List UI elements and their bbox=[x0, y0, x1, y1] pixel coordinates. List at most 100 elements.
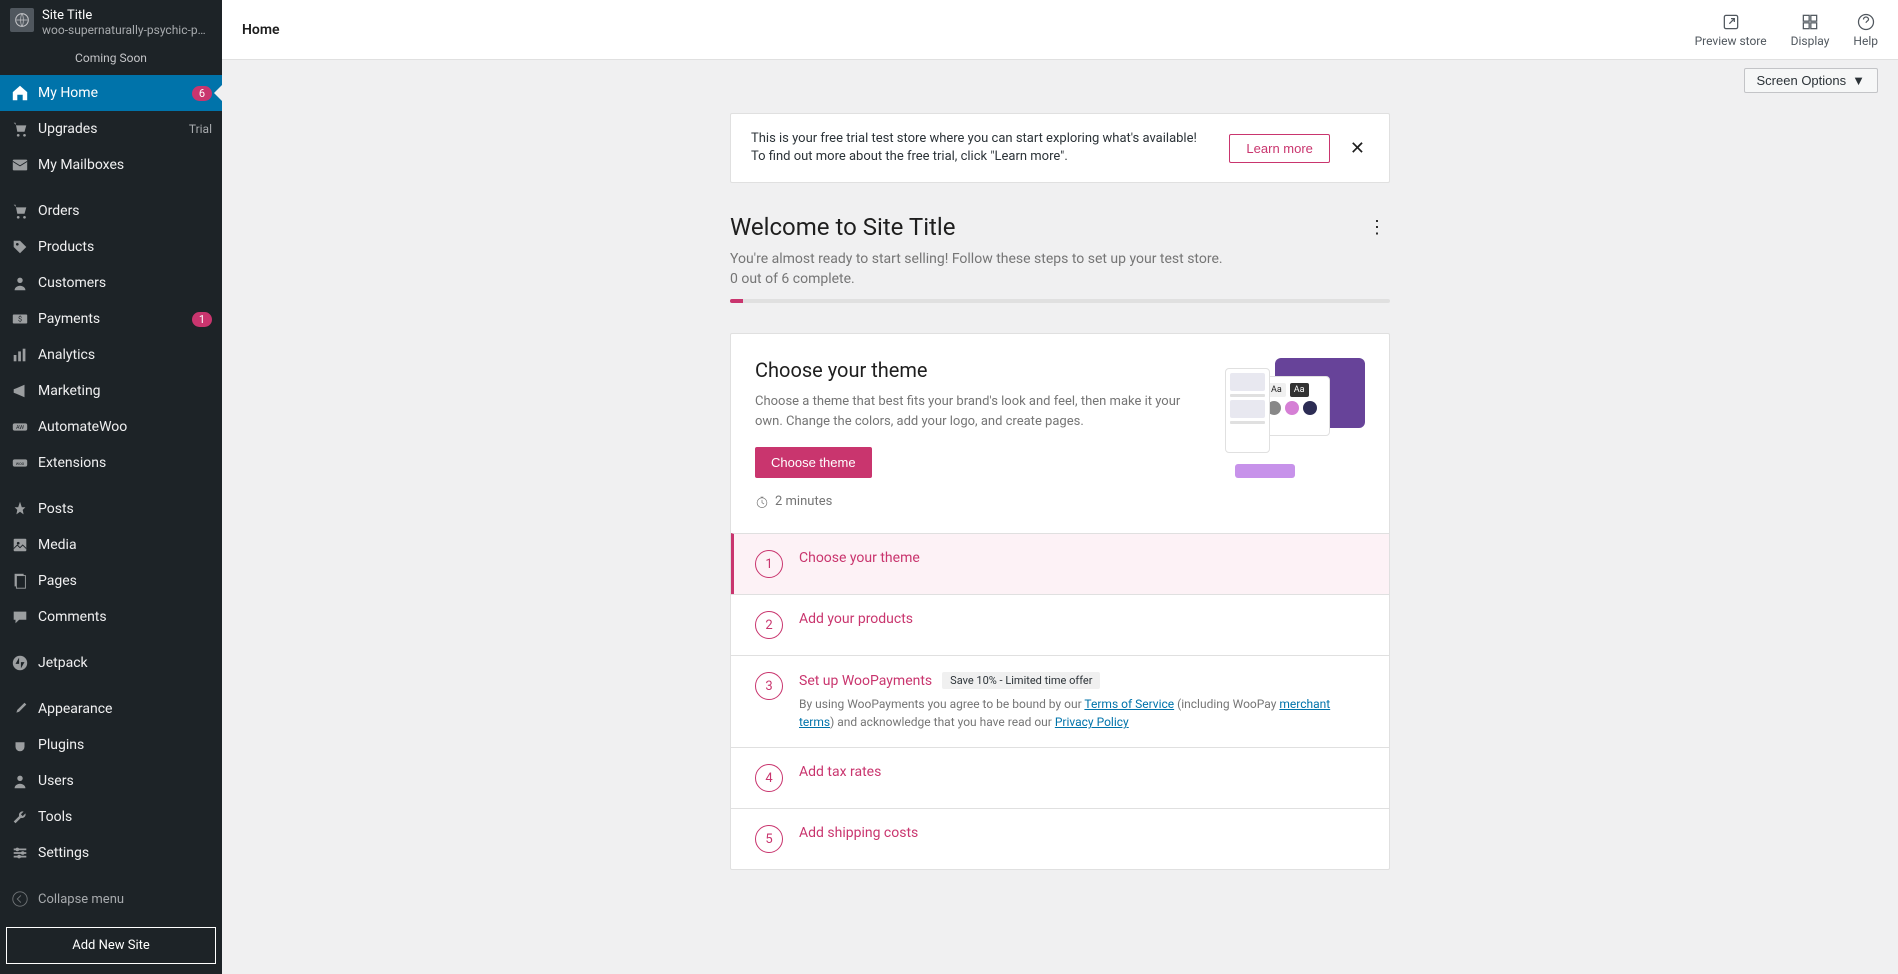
nav-label: Settings bbox=[38, 845, 212, 861]
site-title: Site Title bbox=[42, 8, 212, 23]
task-step-1[interactable]: 1 Choose your theme bbox=[731, 533, 1389, 594]
nav-users[interactable]: Users bbox=[0, 763, 222, 799]
megaphone-icon bbox=[10, 381, 30, 401]
nav-badge: 1 bbox=[192, 312, 212, 327]
step-title: Add your products bbox=[799, 611, 1365, 627]
nav-analytics[interactable]: Analytics bbox=[0, 337, 222, 373]
hero-desc: Choose a theme that best fits your brand… bbox=[755, 392, 1205, 431]
nav-jetpack[interactable]: Jetpack bbox=[0, 645, 222, 681]
nav-marketing[interactable]: Marketing bbox=[0, 373, 222, 409]
collapse-menu[interactable]: Collapse menu bbox=[0, 881, 222, 917]
terms-link[interactable]: Terms of Service bbox=[1084, 697, 1174, 711]
nav-tools[interactable]: Tools bbox=[0, 799, 222, 835]
nav-payments[interactable]: $ Payments 1 bbox=[0, 301, 222, 337]
woo-icon: woo bbox=[10, 453, 30, 473]
nav-comments[interactable]: Comments bbox=[0, 599, 222, 635]
display-button[interactable]: Display bbox=[1791, 12, 1830, 48]
step-number: 1 bbox=[755, 550, 783, 578]
topbar-label: Help bbox=[1853, 34, 1878, 48]
clock-icon bbox=[755, 495, 769, 509]
nav-label: Marketing bbox=[38, 383, 212, 399]
nav-appearance[interactable]: Appearance bbox=[0, 691, 222, 727]
nav-customers[interactable]: Customers bbox=[0, 265, 222, 301]
promo-pill: Save 10% - Limited time offer bbox=[942, 672, 1100, 689]
privacy-link[interactable]: Privacy Policy bbox=[1055, 715, 1129, 729]
task-card: Choose your theme Choose a theme that be… bbox=[730, 333, 1390, 870]
nav-pages[interactable]: Pages bbox=[0, 563, 222, 599]
progress-text: 0 out of 6 complete. bbox=[730, 271, 1223, 287]
screen-options-button[interactable]: Screen Options ▼ bbox=[1744, 68, 1878, 93]
cart-icon bbox=[10, 119, 30, 139]
nav-mailboxes[interactable]: My Mailboxes bbox=[0, 147, 222, 183]
nav-label: Customers bbox=[38, 275, 212, 291]
close-banner-button[interactable]: ✕ bbox=[1346, 134, 1369, 163]
task-step-4[interactable]: 4 Add tax rates bbox=[731, 747, 1389, 808]
welcome-heading: Welcome to Site Title bbox=[730, 213, 1223, 241]
mail-icon bbox=[10, 155, 30, 175]
cart-icon bbox=[10, 201, 30, 221]
step-number: 3 bbox=[755, 672, 783, 700]
chevron-down-icon: ▼ bbox=[1852, 73, 1865, 88]
nav-label: My Home bbox=[38, 85, 192, 101]
topbar: Home Preview store Display Help bbox=[222, 0, 1898, 60]
money-icon: $ bbox=[10, 309, 30, 329]
step-number: 4 bbox=[755, 764, 783, 792]
brush-icon bbox=[10, 699, 30, 719]
pin-icon bbox=[10, 499, 30, 519]
nav-settings[interactable]: Settings bbox=[0, 835, 222, 871]
nav-plugins[interactable]: Plugins bbox=[0, 727, 222, 763]
step-number: 5 bbox=[755, 825, 783, 853]
nav-posts[interactable]: Posts bbox=[0, 491, 222, 527]
nav-upgrades[interactable]: Upgrades Trial bbox=[0, 111, 222, 147]
task-step-3[interactable]: 3 Set up WooPayments Save 10% - Limited … bbox=[731, 655, 1389, 747]
task-hero: Choose your theme Choose a theme that be… bbox=[731, 334, 1389, 533]
preview-store-button[interactable]: Preview store bbox=[1695, 12, 1767, 48]
hero-title: Choose your theme bbox=[755, 358, 1205, 382]
plug-icon bbox=[10, 735, 30, 755]
nav-tag: Trial bbox=[189, 122, 212, 136]
time-estimate: 2 minutes bbox=[755, 494, 1205, 509]
help-button[interactable]: Help bbox=[1853, 12, 1878, 48]
site-header[interactable]: Site Title woo-supernaturally-psychic-ph… bbox=[0, 0, 222, 45]
learn-more-button[interactable]: Learn more bbox=[1229, 134, 1329, 163]
admin-sidebar: Site Title woo-supernaturally-psychic-ph… bbox=[0, 0, 222, 974]
nav-media[interactable]: Media bbox=[0, 527, 222, 563]
nav-orders[interactable]: Orders bbox=[0, 193, 222, 229]
external-link-icon bbox=[1721, 12, 1741, 32]
trial-text: This is your free trial test store where… bbox=[751, 130, 1213, 166]
svg-text:woo: woo bbox=[16, 462, 25, 467]
nav-label: Appearance bbox=[38, 701, 212, 717]
add-site-button[interactable]: Add New Site bbox=[6, 927, 216, 964]
nav-automatewoo[interactable]: AW AutomateWoo bbox=[0, 409, 222, 445]
nav-extensions[interactable]: woo Extensions bbox=[0, 445, 222, 481]
page-icon bbox=[10, 571, 30, 591]
svg-text:$: $ bbox=[18, 315, 22, 324]
nav-label: Jetpack bbox=[38, 655, 212, 671]
nav-label: Comments bbox=[38, 609, 212, 625]
main-content: Home Preview store Display Help bbox=[222, 0, 1898, 974]
wrench-icon bbox=[10, 807, 30, 827]
more-menu-button[interactable]: ⋮ bbox=[1364, 213, 1390, 242]
task-step-2[interactable]: 2 Add your products bbox=[731, 594, 1389, 655]
trial-banner: This is your free trial test store where… bbox=[730, 113, 1390, 183]
time-label: 2 minutes bbox=[775, 494, 832, 509]
topbar-label: Preview store bbox=[1695, 34, 1767, 48]
home-icon bbox=[10, 83, 30, 103]
screen-options-label: Screen Options bbox=[1757, 73, 1847, 88]
site-avatar-icon bbox=[10, 8, 34, 32]
nav-label: Tools bbox=[38, 809, 212, 825]
step-title: Set up WooPayments bbox=[799, 673, 932, 689]
nav-products[interactable]: Products bbox=[0, 229, 222, 265]
progress-bar bbox=[730, 299, 1390, 303]
nav-my-home[interactable]: My Home 6 bbox=[0, 75, 222, 111]
step-number: 2 bbox=[755, 611, 783, 639]
page-title: Home bbox=[242, 22, 280, 38]
nav-label: AutomateWoo bbox=[38, 419, 212, 435]
step-title: Add tax rates bbox=[799, 764, 1365, 780]
task-step-5[interactable]: 5 Add shipping costs bbox=[731, 808, 1389, 869]
step-title: Add shipping costs bbox=[799, 825, 1365, 841]
nav-label: Extensions bbox=[38, 455, 212, 471]
tag-icon bbox=[10, 237, 30, 257]
choose-theme-button[interactable]: Choose theme bbox=[755, 447, 872, 478]
nav-label: Analytics bbox=[38, 347, 212, 363]
